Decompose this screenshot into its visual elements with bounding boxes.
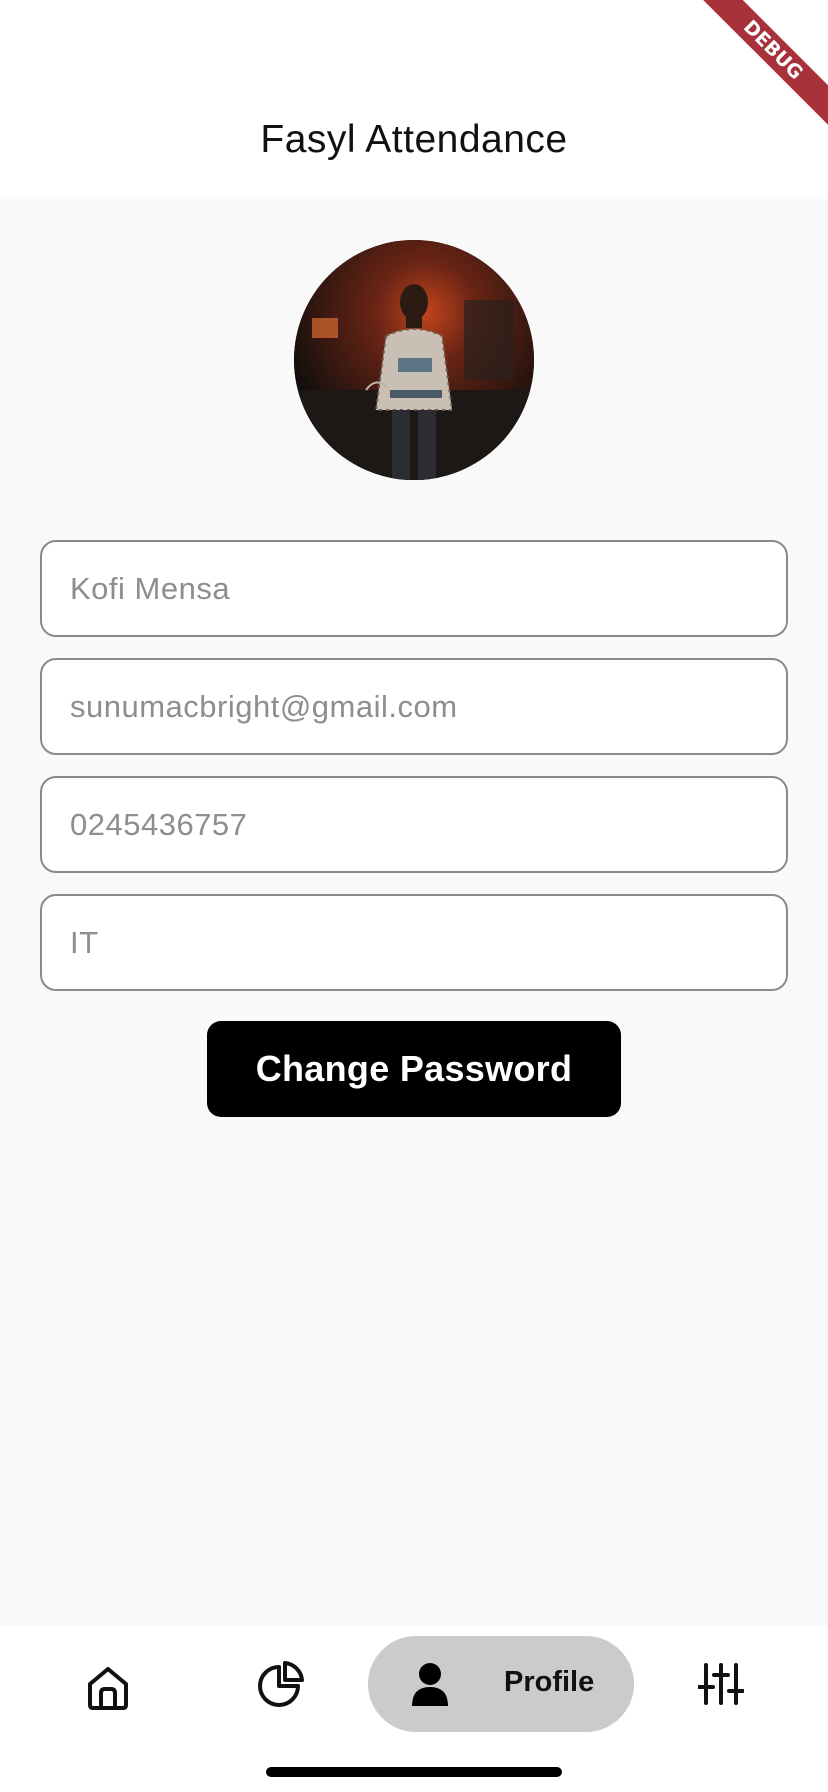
name-field[interactable] — [40, 540, 788, 637]
sliders-icon — [698, 1663, 744, 1705]
home-icon — [88, 1667, 128, 1710]
person-icon — [412, 1663, 448, 1706]
profile-avatar[interactable] — [294, 240, 534, 480]
nav-statistics[interactable] — [245, 1652, 317, 1716]
nav-profile-label: Profile — [504, 1666, 595, 1698]
nav-home[interactable] — [72, 1656, 144, 1720]
nav-profile[interactable]: Profile — [368, 1636, 634, 1732]
home-indicator — [266, 1767, 562, 1777]
nav-settings[interactable] — [685, 1652, 757, 1716]
department-field[interactable] — [40, 894, 788, 991]
change-password-button[interactable]: Change Password — [207, 1021, 621, 1117]
email-input[interactable] — [42, 660, 786, 753]
phone-field[interactable] — [40, 776, 788, 873]
pie-chart-icon — [258, 1661, 304, 1707]
department-input[interactable] — [42, 896, 786, 989]
app-bar: Fasyl Attendance DEBUG — [0, 0, 828, 199]
avatar-photo — [294, 240, 534, 480]
debug-banner: DEBUG — [688, 0, 828, 140]
debug-label: DEBUG — [695, 0, 828, 128]
name-input[interactable] — [42, 542, 786, 635]
phone-input[interactable] — [42, 778, 786, 871]
email-field[interactable] — [40, 658, 788, 755]
